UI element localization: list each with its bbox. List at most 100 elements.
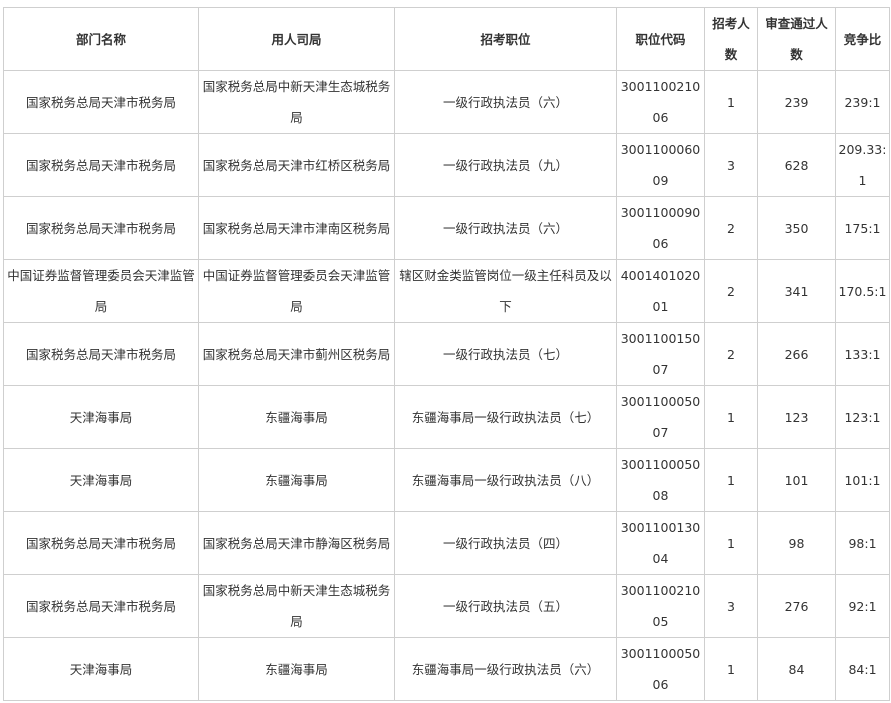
cell-passed-text: 628	[784, 157, 809, 173]
cell-position-text: 东疆海事局一级行政执法员（八）	[411, 472, 600, 488]
cell-position-text: 一级行政执法员（六）	[442, 220, 568, 236]
table-row: 天津海事局 东疆海事局 东疆海事局一级行政执法员（八） 300110005008 1 10…	[3, 448, 890, 512]
header-passed-label: 审查通过人数	[765, 16, 828, 62]
cell-position-text: 一级行政执法员（四）	[442, 535, 568, 551]
cell-quota: 1	[704, 70, 758, 134]
cell-code-text: 300110021005	[620, 583, 701, 629]
table-header: 部门名称 用人司局 招考职位 职位代码 招考人数 审查通过人数 竞争比	[3, 7, 890, 71]
header-bureau: 用人司局	[198, 7, 395, 71]
cell-position-text: 东疆海事局一级行政执法员（六）	[411, 661, 600, 677]
cell-passed-text: 266	[784, 346, 809, 362]
cell-code-text: 300110005006	[620, 646, 701, 692]
cell-bureau: 国家税务总局天津市红桥区税务局	[198, 133, 395, 197]
cell-bureau-text: 国家税务总局天津市津南区税务局	[202, 220, 391, 236]
table-row: 国家税务总局天津市税务局 国家税务总局天津市红桥区税务局 一级行政执法员（九） 300…	[3, 133, 890, 197]
cell-position-text: 一级行政执法员（七）	[442, 346, 568, 362]
cell-bureau-text: 东疆海事局	[265, 472, 328, 488]
cell-dept-text: 天津海事局	[69, 472, 133, 488]
cell-ratio-text: 170.5:1	[838, 283, 887, 299]
cell-passed: 341	[757, 259, 836, 323]
cell-quota: 3	[704, 574, 758, 638]
cell-bureau-text: 国家税务总局天津市蓟州区税务局	[202, 346, 391, 362]
cell-quota-text: 1	[727, 94, 735, 110]
cell-ratio-text: 209.33:1	[838, 142, 887, 188]
cell-passed: 98	[757, 511, 836, 575]
cell-dept-text: 中国证券监督管理委员会天津监管局	[7, 268, 195, 314]
cell-dept: 国家税务总局天津市税务局	[3, 322, 199, 386]
table-row: 天津海事局 东疆海事局 东疆海事局一级行政执法员（七） 300110005007 1 12…	[3, 385, 890, 449]
cell-bureau: 东疆海事局	[198, 448, 395, 512]
cell-ratio: 239:1	[835, 70, 890, 134]
cell-dept: 天津海事局	[3, 637, 199, 701]
cell-code: 300110021005	[616, 574, 705, 638]
cell-bureau-text: 国家税务总局中新天津生态城税务局	[202, 79, 391, 125]
cell-bureau: 中国证券监督管理委员会天津监管局	[198, 259, 395, 323]
cell-code: 400140102001	[616, 259, 705, 323]
cell-passed-text: 239	[784, 94, 809, 110]
cell-dept: 国家税务总局天津市税务局	[3, 511, 199, 575]
cell-dept-text: 国家税务总局天津市税务局	[25, 220, 176, 236]
cell-dept-text: 国家税务总局天津市税务局	[25, 535, 176, 551]
cell-code-text: 300110005008	[620, 457, 701, 503]
cell-quota: 2	[704, 259, 758, 323]
cell-quota-text: 3	[727, 157, 735, 173]
cell-dept: 国家税务总局天津市税务局	[3, 70, 199, 134]
cell-passed: 123	[757, 385, 836, 449]
cell-position-text: 辖区财金类监管岗位一级主任科员及以下	[399, 268, 612, 314]
cell-quota: 1	[704, 511, 758, 575]
cell-bureau-text: 国家税务总局天津市静海区税务局	[202, 535, 391, 551]
table-row: 天津海事局 东疆海事局 东疆海事局一级行政执法员（六） 300110005006 1 84…	[3, 637, 890, 701]
cell-ratio: 133:1	[835, 322, 890, 386]
cell-passed: 350	[757, 196, 836, 260]
cell-ratio: 175:1	[835, 196, 890, 260]
cell-code-text: 400140102001	[620, 268, 701, 314]
cell-position: 一级行政执法员（九）	[394, 133, 617, 197]
table-row: 国家税务总局天津市税务局 国家税务总局天津市蓟州区税务局 一级行政执法员（七） 300…	[3, 322, 890, 386]
cell-dept-text: 国家税务总局天津市税务局	[25, 346, 176, 362]
cell-dept: 国家税务总局天津市税务局	[3, 196, 199, 260]
cell-bureau-text: 中国证券监督管理委员会天津监管局	[202, 268, 391, 314]
cell-quota: 1	[704, 385, 758, 449]
table-row: 国家税务总局天津市税务局 国家税务总局中新天津生态城税务局 一级行政执法员（六） 30…	[3, 70, 890, 134]
cell-ratio-text: 92:1	[848, 598, 877, 614]
cell-position: 东疆海事局一级行政执法员（八）	[394, 448, 617, 512]
header-quota: 招考人数	[704, 7, 758, 71]
recruitment-table: 部门名称 用人司局 招考职位 职位代码 招考人数 审查通过人数 竞争比 国家税务…	[3, 7, 890, 701]
cell-passed-text: 98	[788, 535, 805, 551]
header-row: 部门名称 用人司局 招考职位 职位代码 招考人数 审查通过人数 竞争比	[3, 7, 890, 71]
cell-code: 300110015007	[616, 322, 705, 386]
cell-bureau-text: 东疆海事局	[265, 661, 328, 677]
cell-quota: 2	[704, 196, 758, 260]
cell-passed: 239	[757, 70, 836, 134]
cell-code: 300110006009	[616, 133, 705, 197]
cell-position-text: 一级行政执法员（九）	[442, 157, 568, 173]
header-position: 招考职位	[394, 7, 617, 71]
cell-ratio: 123:1	[835, 385, 890, 449]
cell-code-text: 300110009006	[620, 205, 701, 251]
cell-ratio: 84:1	[835, 637, 890, 701]
cell-dept-text: 天津海事局	[69, 409, 133, 425]
header-code: 职位代码	[616, 7, 705, 71]
cell-position: 一级行政执法员（六）	[394, 70, 617, 134]
cell-bureau: 国家税务总局天津市静海区税务局	[198, 511, 395, 575]
cell-code: 300110005007	[616, 385, 705, 449]
cell-code-text: 300110013004	[620, 520, 701, 566]
cell-ratio-text: 101:1	[844, 472, 881, 488]
cell-bureau: 东疆海事局	[198, 385, 395, 449]
cell-dept: 天津海事局	[3, 385, 199, 449]
cell-passed: 628	[757, 133, 836, 197]
table-row: 国家税务总局天津市税务局 国家税务总局天津市静海区税务局 一级行政执法员（四） 300…	[3, 511, 890, 575]
cell-quota: 1	[704, 448, 758, 512]
cell-dept: 天津海事局	[3, 448, 199, 512]
cell-ratio: 98:1	[835, 511, 890, 575]
cell-code: 300110013004	[616, 511, 705, 575]
table-row: 国家税务总局天津市税务局 国家税务总局中新天津生态城税务局 一级行政执法员（五） 30…	[3, 574, 890, 638]
cell-bureau-text: 国家税务总局中新天津生态城税务局	[202, 583, 391, 629]
cell-quota-text: 1	[727, 409, 735, 425]
cell-ratio-text: 98:1	[848, 535, 877, 551]
cell-passed-text: 350	[784, 220, 809, 236]
header-quota-label: 招考人数	[712, 16, 750, 62]
header-passed: 审查通过人数	[757, 7, 836, 71]
cell-position: 一级行政执法员（五）	[394, 574, 617, 638]
cell-position-text: 一级行政执法员（六）	[442, 94, 568, 110]
